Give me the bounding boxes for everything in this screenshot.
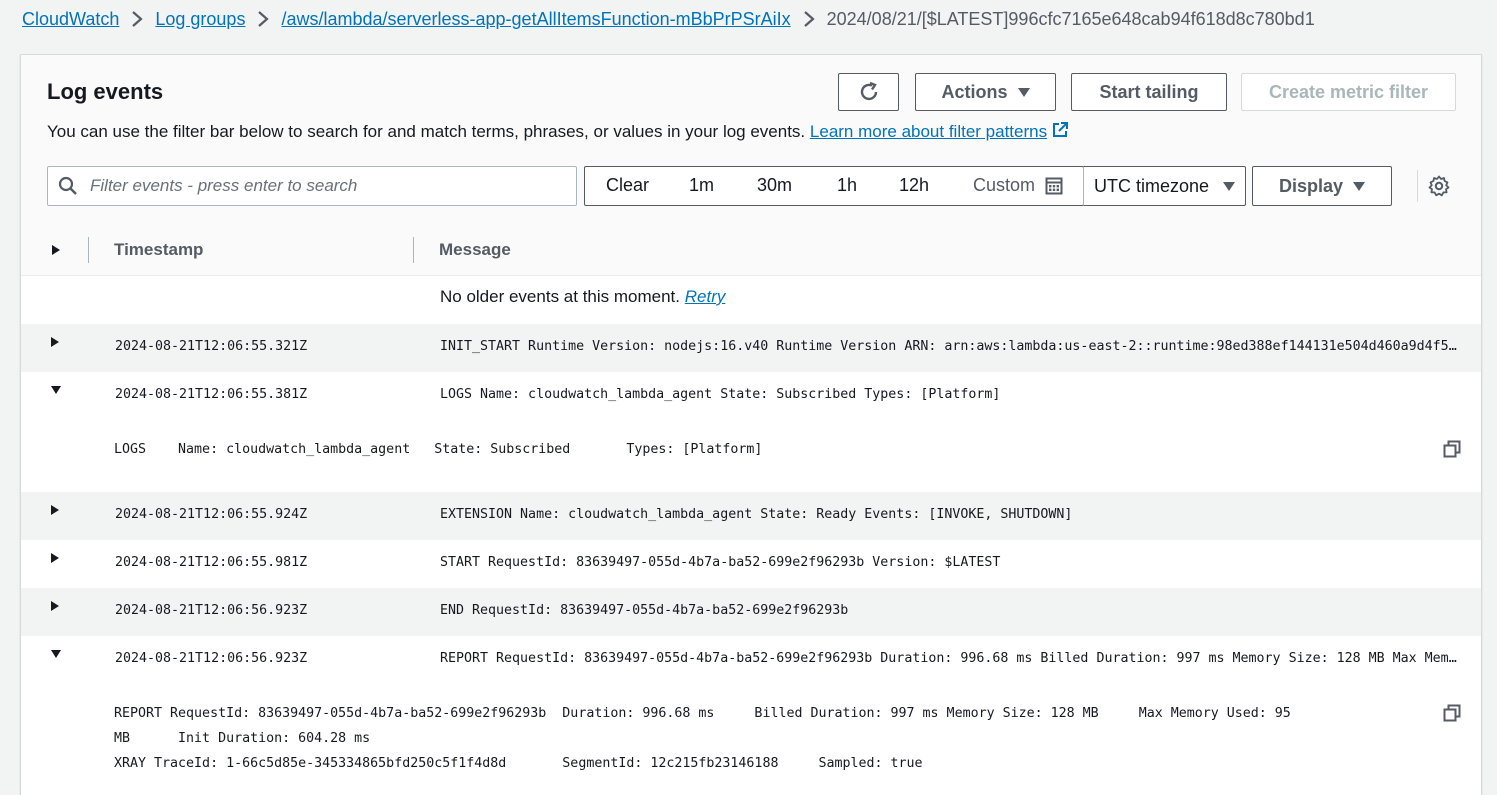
row-message: INIT_START Runtime Version: nodejs:16.v4… xyxy=(440,339,1460,354)
chevron-right-icon xyxy=(131,10,144,28)
table-header: Timestamp Message xyxy=(21,225,1481,276)
gear-icon[interactable] xyxy=(1428,175,1450,197)
row-timestamp: 2024-08-21T12:06:56.923Z xyxy=(115,651,308,666)
row-message: EXTENSION Name: cloudwatch_lambda_agent … xyxy=(440,507,1073,522)
expand-all-toggle-icon[interactable] xyxy=(52,245,60,255)
search-icon xyxy=(58,176,77,195)
breadcrumb-log-groups-link[interactable]: Log groups xyxy=(155,9,245,30)
expanded-log-details: LOGS Name: cloudwatch_lambda_agent State… xyxy=(21,420,1481,492)
row-message: LOGS Name: cloudwatch_lambda_agent State… xyxy=(440,387,1001,402)
retry-link[interactable]: Retry xyxy=(685,287,726,306)
table-row[interactable]: 2024-08-21T12:06:55.981Z START RequestId… xyxy=(21,540,1481,588)
column-divider xyxy=(88,237,89,263)
page-title: Log events xyxy=(47,79,164,104)
refresh-icon xyxy=(860,81,877,101)
filter-events-field[interactable] xyxy=(47,166,577,206)
collapse-row-icon[interactable] xyxy=(51,650,61,658)
caret-down-icon xyxy=(1353,181,1366,191)
calendar-icon xyxy=(1045,177,1063,194)
row-timestamp: 2024-08-21T12:06:55.381Z xyxy=(115,387,308,402)
start-tailing-label: Start tailing xyxy=(1099,81,1199,102)
expanded-report-line: XRAY TraceId: 1-66c5d85e-345334865bfd250… xyxy=(114,756,923,771)
log-events-panel: Log events You can use the filter bar be… xyxy=(20,54,1482,795)
no-older-events-message: No older events at this moment. Retry xyxy=(440,287,725,307)
row-message: START RequestId: 83639497-055d-4b7a-ba52… xyxy=(440,555,1001,570)
table-row[interactable]: 2024-08-21T12:06:55.321Z INIT_START Runt… xyxy=(21,324,1481,372)
expand-row-icon[interactable] xyxy=(51,505,59,515)
display-label: Display xyxy=(1278,175,1344,196)
expanded-log-text: LOGS Name: cloudwatch_lambda_agent State… xyxy=(114,442,763,457)
range-30m-button[interactable]: 30m xyxy=(757,175,792,196)
row-timestamp: 2024-08-21T12:06:55.924Z xyxy=(115,507,308,522)
custom-range-button[interactable]: Custom xyxy=(973,175,1063,196)
copy-icon[interactable] xyxy=(1443,440,1461,458)
row-timestamp: 2024-08-21T12:06:55.321Z xyxy=(115,339,308,354)
caret-down-icon xyxy=(1017,87,1030,97)
collapse-row-icon[interactable] xyxy=(51,386,61,394)
display-button[interactable]: Display xyxy=(1252,166,1392,206)
row-timestamp: 2024-08-21T12:06:56.923Z xyxy=(115,603,308,618)
column-divider xyxy=(413,237,414,263)
clear-range-button[interactable]: Clear xyxy=(606,175,649,196)
external-link-icon xyxy=(1053,122,1069,137)
table-row[interactable]: 2024-08-21T12:06:55.381Z LOGS Name: clou… xyxy=(21,372,1481,420)
actions-label: Actions xyxy=(941,81,1008,102)
row-timestamp: 2024-08-21T12:06:55.981Z xyxy=(115,555,308,570)
expanded-report-line: REPORT RequestId: 83639497-055d-4b7a-ba5… xyxy=(114,706,1291,721)
expand-row-icon[interactable] xyxy=(51,601,59,611)
create-metric-filter-label: Create metric filter xyxy=(1268,81,1429,102)
breadcrumb: CloudWatch Log groups /aws/lambda/server… xyxy=(22,6,1315,32)
column-header-message[interactable]: Message xyxy=(439,240,511,260)
column-header-timestamp[interactable]: Timestamp xyxy=(114,240,203,260)
panel-header: Log events You can use the filter bar be… xyxy=(21,55,1481,226)
panel-description: You can use the filter bar below to sear… xyxy=(47,121,1069,142)
row-message: END RequestId: 83639497-055d-4b7a-ba52-6… xyxy=(440,603,849,618)
no-older-events-text: No older events at this moment. xyxy=(440,287,681,306)
actions-button[interactable]: Actions xyxy=(915,73,1056,111)
chevron-right-icon xyxy=(257,10,270,28)
timezone-select[interactable]: UTC timezone xyxy=(1083,166,1246,206)
range-1m-button[interactable]: 1m xyxy=(689,175,714,196)
description-text: You can use the filter bar below to sear… xyxy=(47,122,806,141)
table-row[interactable]: 2024-08-21T12:06:55.924Z EXTENSION Name:… xyxy=(21,492,1481,540)
start-tailing-button[interactable]: Start tailing xyxy=(1071,73,1227,111)
chevron-right-icon xyxy=(803,10,815,28)
create-metric-filter-button[interactable]: Create metric filter xyxy=(1241,73,1456,111)
learn-more-link[interactable]: Learn more about filter patterns xyxy=(810,122,1069,141)
copy-icon[interactable] xyxy=(1443,704,1461,722)
breadcrumb-cloudwatch-link[interactable]: CloudWatch xyxy=(22,9,119,30)
custom-range-label: Custom xyxy=(973,175,1036,195)
refresh-button[interactable] xyxy=(838,73,899,111)
toolbar-divider xyxy=(1417,170,1418,202)
range-1h-button[interactable]: 1h xyxy=(837,175,857,196)
table-row[interactable]: 2024-08-21T12:06:56.923Z END RequestId: … xyxy=(21,588,1481,636)
caret-down-icon xyxy=(1223,181,1236,191)
expand-row-icon[interactable] xyxy=(51,337,59,347)
breadcrumb-current-stream: 2024/08/21/[$LATEST]996cfc7165e648cab94f… xyxy=(826,8,1315,29)
breadcrumb-log-group-link[interactable]: /aws/lambda/serverless-app-getAllItemsFu… xyxy=(281,9,790,30)
time-range-selector: Clear 1m 30m 1h 12h Custom xyxy=(584,166,1084,206)
row-message: REPORT RequestId: 83639497-055d-4b7a-ba5… xyxy=(440,651,1460,666)
range-12h-button[interactable]: 12h xyxy=(899,175,929,196)
expanded-report-line: MB Init Duration: 604.28 ms xyxy=(114,731,371,746)
filter-events-input[interactable] xyxy=(88,175,552,197)
table-row[interactable]: 2024-08-21T12:06:56.923Z REPORT RequestI… xyxy=(21,636,1481,684)
expanded-report-details: REPORT RequestId: 83639497-055d-4b7a-ba5… xyxy=(21,684,1481,784)
expand-row-icon[interactable] xyxy=(51,553,59,563)
learn-more-label: Learn more about filter patterns xyxy=(809,122,1048,141)
timezone-label: UTC timezone xyxy=(1094,175,1210,196)
